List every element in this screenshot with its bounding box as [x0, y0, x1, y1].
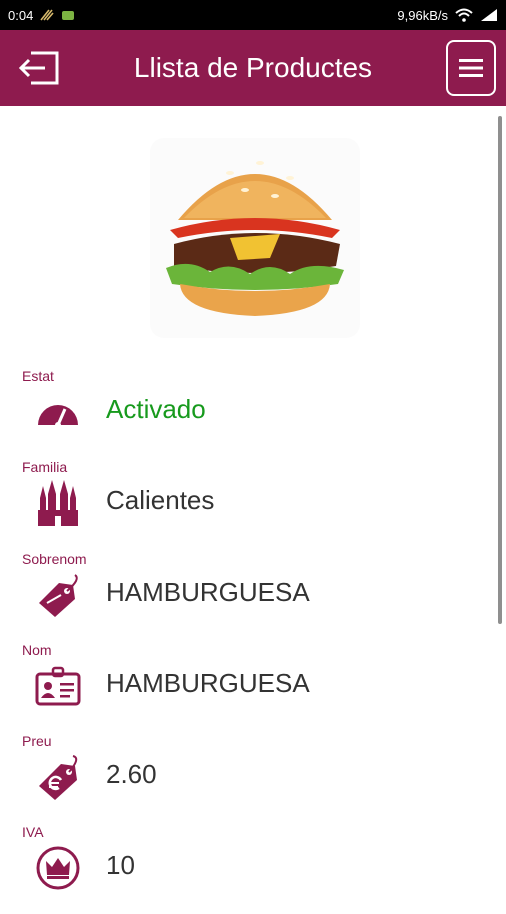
- euro-tag-icon: [34, 753, 82, 801]
- field-label: Sobrenom: [22, 551, 87, 567]
- cathedral-icon: [34, 479, 82, 527]
- android-icon: [62, 11, 75, 20]
- burger-image: [150, 138, 360, 338]
- field-preu: Preu 2.60: [0, 733, 490, 823]
- field-label: IVA: [22, 824, 44, 840]
- id-card-icon: [34, 662, 82, 710]
- notification-icon: [40, 9, 54, 21]
- field-estat: Estat Activado: [0, 368, 490, 458]
- field-familia: Familia Calientes: [0, 459, 490, 549]
- wifi-icon: [455, 8, 473, 22]
- field-value: Activado: [106, 394, 206, 424]
- field-value: HAMBURGUESA: [106, 668, 310, 698]
- field-value: 2.60: [106, 759, 157, 789]
- tag-icon: [34, 571, 82, 619]
- page-title: Llista de Productes: [133, 52, 373, 83]
- field-value: Calientes: [106, 485, 215, 515]
- field-label: Estat: [22, 368, 54, 384]
- field-label: Preu: [22, 733, 52, 749]
- network-speed: 9,96kB/s: [397, 7, 448, 23]
- speedometer-icon: [34, 388, 82, 436]
- field-nom: Nom HAMBURGUESA: [0, 642, 490, 732]
- status-bar: 0:04 9,96kB/s: [0, 0, 506, 30]
- crown-icon: [34, 844, 82, 892]
- field-value: 10: [106, 850, 135, 880]
- status-time: 0:04: [8, 7, 34, 23]
- field-iva: IVA 10: [0, 824, 490, 914]
- scrollbar[interactable]: [498, 116, 502, 624]
- field-label: Familia: [22, 459, 68, 475]
- hamburger-menu-icon: [459, 59, 483, 77]
- field-sobrenom: Sobrenom HAMBURGUESA: [0, 551, 490, 641]
- signal-icon: [481, 9, 497, 21]
- app-bar: Llista de Productes: [0, 30, 506, 106]
- menu-button[interactable]: [446, 40, 496, 96]
- field-value: HAMBURGUESA: [106, 577, 310, 607]
- field-label: Nom: [22, 642, 52, 658]
